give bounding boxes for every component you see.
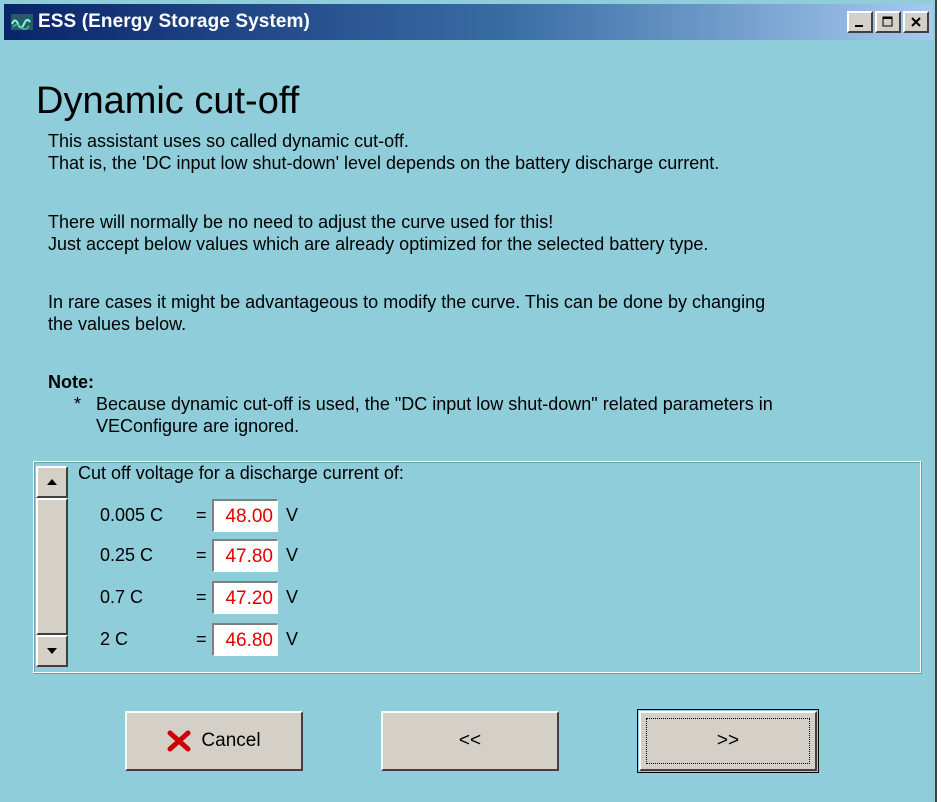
scroll-down-button[interactable]: [36, 635, 68, 667]
maximize-icon: [882, 16, 893, 27]
red-x-icon: [167, 730, 191, 752]
maximize-button[interactable]: [875, 11, 901, 33]
cutoff-voltage-input[interactable]: 48.00: [212, 499, 278, 532]
arrow-down-icon: [47, 648, 57, 654]
cancel-button[interactable]: Cancel: [125, 711, 303, 771]
unit-label: V: [286, 545, 299, 565]
close-button[interactable]: [903, 11, 929, 33]
discharge-rate-label: 0.7 C: [100, 587, 144, 607]
note-label: Note:: [48, 372, 94, 392]
ess-window: ESS (Energy Storage System) Dynamic cut-…: [0, 0, 937, 802]
minimize-icon: [855, 25, 863, 27]
unit-label: V: [286, 629, 299, 649]
note-bullet: *: [74, 394, 82, 414]
modify-line-2: the values below.: [48, 314, 187, 334]
page-title: Dynamic cut-off: [36, 80, 300, 122]
victron-wave-icon: [10, 13, 34, 31]
equals-sign: =: [196, 587, 207, 607]
scroll-up-button[interactable]: [36, 466, 68, 498]
cutoff-voltage-input[interactable]: 46.80: [212, 623, 278, 656]
intro-line-2: That is, the 'DC input low shut-down' le…: [48, 153, 720, 173]
equals-sign: =: [196, 505, 207, 525]
note-line-1: Because dynamic cut-off is used, the "DC…: [96, 394, 773, 414]
vertical-scrollbar[interactable]: [36, 466, 68, 667]
window-title: ESS (Energy Storage System): [38, 11, 310, 32]
cutoff-caption: Cut off voltage for a discharge current …: [78, 463, 404, 483]
discharge-rate-label: 0.005 C: [100, 505, 164, 525]
minimize-button[interactable]: [847, 11, 873, 33]
arrow-up-icon: [47, 479, 57, 485]
cutoff-group-frame: [33, 461, 921, 673]
focus-rect: [646, 718, 810, 764]
equals-sign: =: [196, 545, 207, 565]
discharge-rate-label: 2 C: [100, 629, 129, 649]
cutoff-voltage-input[interactable]: 47.20: [212, 581, 278, 614]
unit-label: V: [286, 587, 299, 607]
next-button[interactable]: >>: [639, 711, 817, 771]
advice-line-1: There will normally be no need to adjust…: [48, 212, 554, 232]
title-bar[interactable]: ESS (Energy Storage System): [4, 4, 933, 40]
cancel-button-label: Cancel: [201, 730, 261, 751]
back-button-label: <<: [458, 730, 482, 751]
equals-sign: =: [196, 629, 207, 649]
note-line-2: VEConfigure are ignored.: [96, 416, 300, 436]
scroll-thumb[interactable]: [36, 498, 68, 635]
advice-line-2: Just accept below values which are alrea…: [48, 234, 709, 254]
back-button[interactable]: <<: [381, 711, 559, 771]
intro-line-1: This assistant uses so called dynamic cu…: [48, 131, 409, 151]
unit-label: V: [286, 505, 299, 525]
cutoff-voltage-input[interactable]: 47.80: [212, 539, 278, 572]
close-icon: [911, 17, 921, 27]
modify-line-1: In rare cases it might be advantageous t…: [48, 292, 766, 312]
discharge-rate-label: 0.25 C: [100, 545, 154, 565]
